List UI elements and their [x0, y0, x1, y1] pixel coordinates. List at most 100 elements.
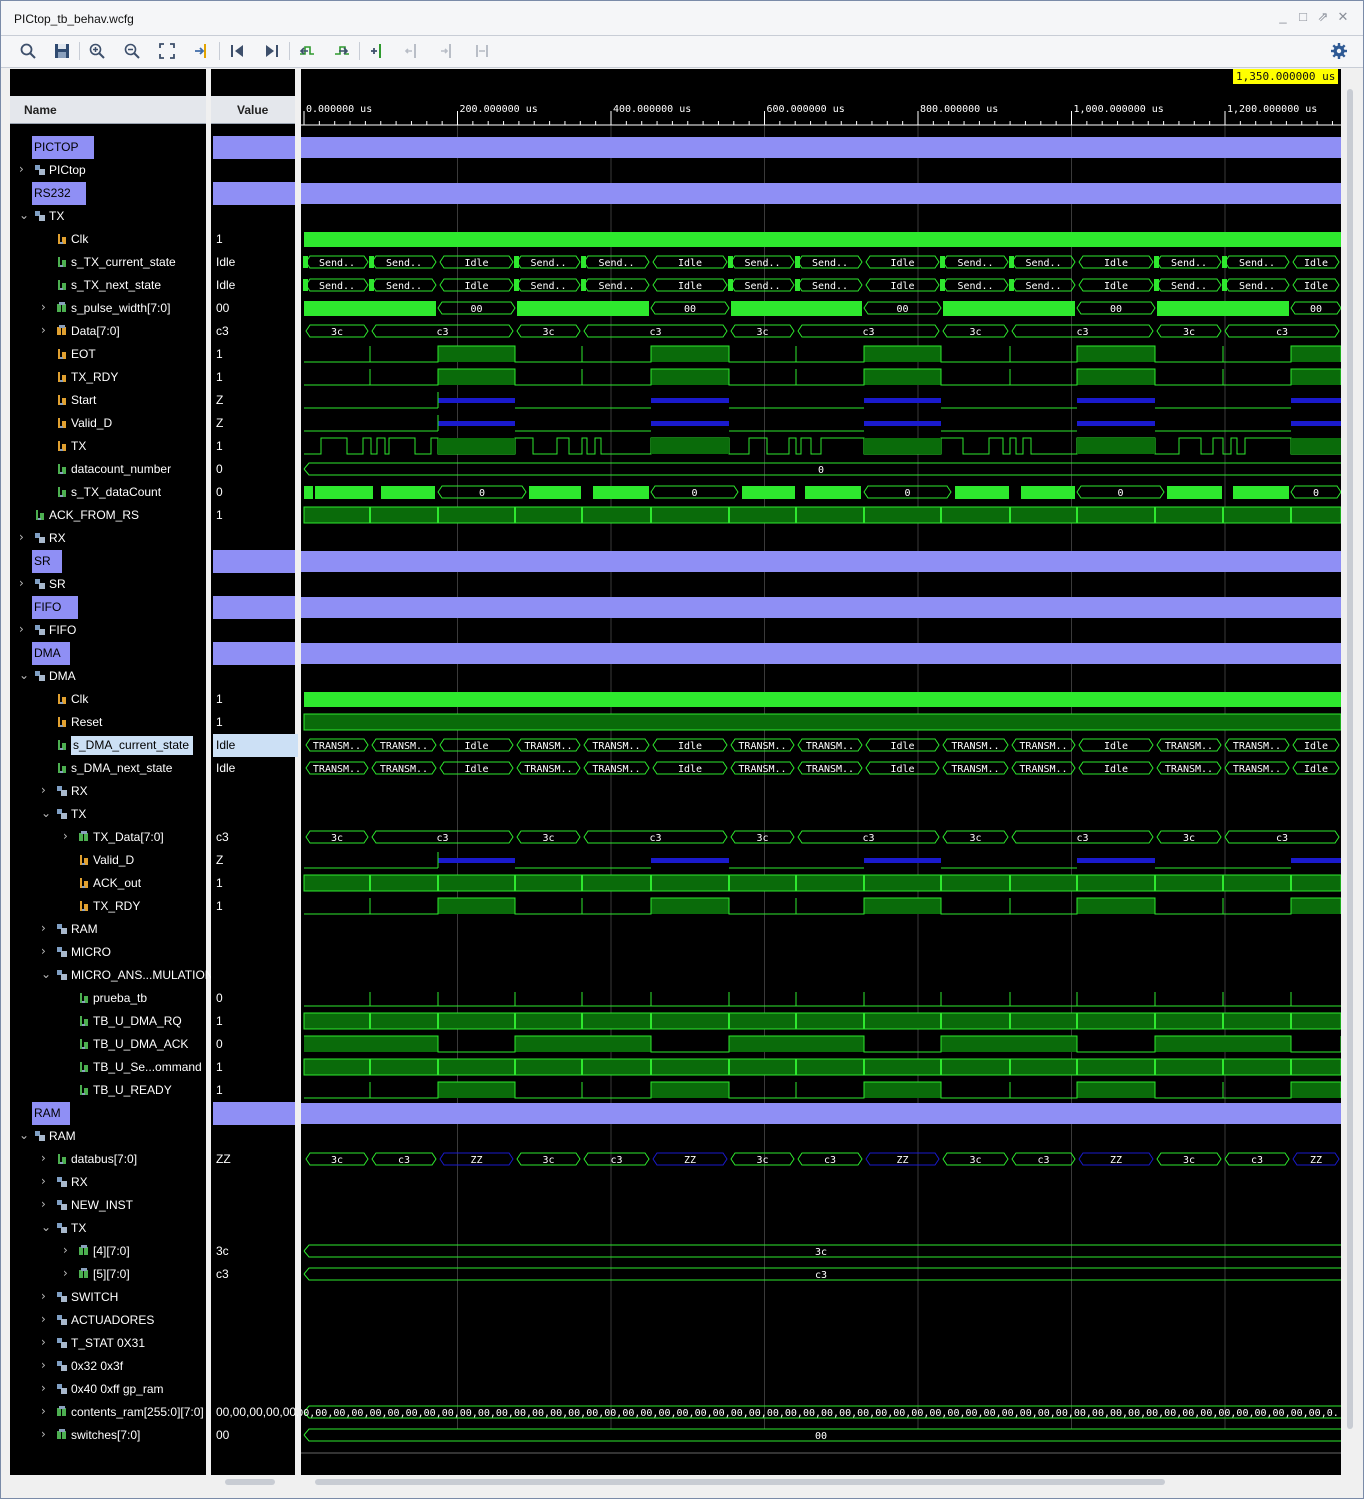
chevron-right-icon[interactable]: › [41, 1151, 46, 1165]
waveform-panel[interactable]: 0.000000 us 200.000000 us 400.000000 us 600… [301, 69, 1341, 1475]
close-icon[interactable]: ✕ [1335, 9, 1351, 25]
chevron-right-icon[interactable]: › [19, 530, 24, 544]
signal-row-valid-d[interactable]: Valid_D [10, 849, 206, 872]
chevron-right-icon[interactable]: › [41, 783, 46, 797]
chevron-right-icon[interactable]: › [63, 829, 68, 843]
chevron-down-icon[interactable]: ⌄ [19, 1128, 29, 1142]
signal-row-ack-out[interactable]: ACK_out [10, 872, 206, 895]
scope-row-0x32-0x3f[interactable]: › 0x32 0x3f [10, 1355, 206, 1378]
chevron-right-icon[interactable]: › [41, 1381, 46, 1395]
signal-row-s-dma-next-state[interactable]: s_DMA_next_state [10, 757, 206, 780]
chevron-right-icon[interactable]: › [41, 300, 46, 314]
chevron-down-icon[interactable]: ⌄ [19, 208, 29, 222]
scope-row-ram[interactable]: ⌄ RAM [10, 1125, 206, 1148]
chevron-right-icon[interactable]: › [41, 1197, 46, 1211]
signal-row-s-tx-next-state[interactable]: s_TX_next_state [10, 274, 206, 297]
scope-row-actuadores[interactable]: › ACTUADORES [10, 1309, 206, 1332]
scope-row-dma[interactable]: ⌄ DMA [10, 665, 206, 688]
go-to-end-icon[interactable] [263, 42, 281, 60]
scope-row-micro[interactable]: › MICRO [10, 941, 206, 964]
signal-row-data-7-0[interactable]: › Data[7:0] [10, 320, 206, 343]
signal-row-databus-7-0[interactable]: › databus[7:0] [10, 1148, 206, 1171]
signal-row-start[interactable]: Start [10, 389, 206, 412]
scope-row-pictop[interactable]: › PICtop [10, 159, 206, 182]
chevron-down-icon[interactable]: ⌄ [41, 806, 51, 820]
scope-row-fifo[interactable]: › FIFO [10, 619, 206, 642]
group-divider-sr[interactable]: SR [32, 550, 62, 573]
chevron-right-icon[interactable]: › [41, 1174, 46, 1188]
scope-row-tx[interactable]: ⌄ TX [10, 205, 206, 228]
previous-transition-icon[interactable] [298, 42, 316, 60]
settings-gear-icon[interactable] [1330, 42, 1348, 60]
vertical-scroll-thumb[interactable] [1347, 89, 1353, 1429]
scope-row-t-stat-0x31[interactable]: › T_STAT 0X31 [10, 1332, 206, 1355]
signal-row-s-tx-datacount[interactable]: s_TX_dataCount [10, 481, 206, 504]
zoom-out-icon[interactable] [123, 42, 141, 60]
signal-row-contents-ram-255-0-7-0[interactable]: › contents_ram[255:0][7:0] [10, 1401, 206, 1424]
vertical-scrollbar[interactable] [1344, 69, 1356, 1475]
next-transition-icon[interactable] [333, 42, 351, 60]
signal-row-s-tx-current-state[interactable]: s_TX_current_state [10, 251, 206, 274]
signal-row-tx-rdy[interactable]: TX_RDY [10, 895, 206, 918]
signal-row-ack-from-rs[interactable]: ACK_FROM_RS [10, 504, 206, 527]
scope-row-tx[interactable]: ⌄ TX [10, 803, 206, 826]
value-column-header[interactable]: Value [211, 96, 295, 124]
signal-row-clk[interactable]: Clk [10, 688, 206, 711]
chevron-right-icon[interactable]: › [41, 1427, 46, 1441]
signal-row-s-dma-current-state[interactable]: s_DMA_current_state [10, 734, 206, 757]
signal-row-tb-u-dma-rq[interactable]: TB_U_DMA_RQ [10, 1010, 206, 1033]
signal-row-reset[interactable]: Reset [10, 711, 206, 734]
scope-row-rx[interactable]: › RX [10, 780, 206, 803]
minimize-icon[interactable]: _ [1275, 9, 1291, 25]
scope-row-0x40-0xff-gp-ram[interactable]: › 0x40 0xff gp_ram [10, 1378, 206, 1401]
scope-row-sr[interactable]: › SR [10, 573, 206, 596]
signal-row-tb-u-dma-ack[interactable]: TB_U_DMA_ACK [10, 1033, 206, 1056]
chevron-down-icon[interactable]: ⌄ [19, 668, 29, 682]
chevron-right-icon[interactable]: › [63, 1266, 68, 1280]
chevron-right-icon[interactable]: › [41, 323, 46, 337]
chevron-right-icon[interactable]: › [19, 622, 24, 636]
chevron-right-icon[interactable]: › [19, 576, 24, 590]
signal-row-prueba-tb[interactable]: prueba_tb [10, 987, 206, 1010]
signal-row-valid-d[interactable]: Valid_D [10, 412, 206, 435]
signal-row-tb-u-se-ommand[interactable]: TB_U_Se...ommand [10, 1056, 206, 1079]
scope-row-rx[interactable]: › RX [10, 1171, 206, 1194]
group-divider-fifo[interactable]: FIFO [32, 596, 78, 619]
go-to-cursor-icon[interactable] [193, 42, 211, 60]
group-divider-rs232[interactable]: RS232 [32, 182, 86, 205]
name-column-header[interactable]: Name [10, 96, 206, 124]
chevron-right-icon[interactable]: › [41, 944, 46, 958]
signal-row-eot[interactable]: EOT [10, 343, 206, 366]
chevron-right-icon[interactable]: › [41, 1312, 46, 1326]
scope-row-switch[interactable]: › SWITCH [10, 1286, 206, 1309]
chevron-right-icon[interactable]: › [41, 921, 46, 935]
add-marker-icon[interactable] [368, 42, 386, 60]
signal-row-4-7-0[interactable]: › [4][7:0] [10, 1240, 206, 1263]
signal-row-tx-rdy[interactable]: TX_RDY [10, 366, 206, 389]
save-icon[interactable] [53, 42, 71, 60]
search-icon[interactable] [19, 42, 37, 60]
waveform-canvas[interactable]: 0.000000 us 200.000000 us 400.000000 us 600… [301, 69, 1341, 1475]
zoom-in-icon[interactable] [88, 42, 106, 60]
group-divider-ram[interactable]: RAM [32, 1102, 70, 1125]
signal-row-tb-u-ready[interactable]: TB_U_READY [10, 1079, 206, 1102]
scope-row-ram[interactable]: › RAM [10, 918, 206, 941]
signal-row-5-7-0[interactable]: › [5][7:0] [10, 1263, 206, 1286]
restore-icon[interactable]: □ [1295, 9, 1311, 25]
zoom-fit-icon[interactable] [158, 42, 176, 60]
scope-row-micro-ans-mulation[interactable]: ⌄ MICRO_ANS...MULATION [10, 964, 213, 987]
chevron-right-icon[interactable]: › [41, 1358, 46, 1372]
scope-row-tx[interactable]: ⌄ TX [10, 1217, 206, 1240]
go-to-start-icon[interactable] [228, 42, 246, 60]
signal-row-switches-7-0[interactable]: › switches[7:0] [10, 1424, 206, 1447]
signal-row-datacount-number[interactable]: datacount_number [10, 458, 206, 481]
wave-horizontal-scrollbar[interactable] [301, 1476, 1341, 1488]
chevron-right-icon[interactable]: › [19, 162, 24, 176]
signal-row-tx[interactable]: TX [10, 435, 206, 458]
signal-row-tx-data-7-0[interactable]: › TX_Data[7:0] [10, 826, 206, 849]
float-icon[interactable]: ⇗ [1315, 9, 1331, 25]
group-divider-pictop[interactable]: PICTOP [32, 136, 94, 159]
scope-row-rx[interactable]: › RX [10, 527, 206, 550]
chevron-right-icon[interactable]: › [41, 1335, 46, 1349]
chevron-right-icon[interactable]: › [63, 1243, 68, 1257]
